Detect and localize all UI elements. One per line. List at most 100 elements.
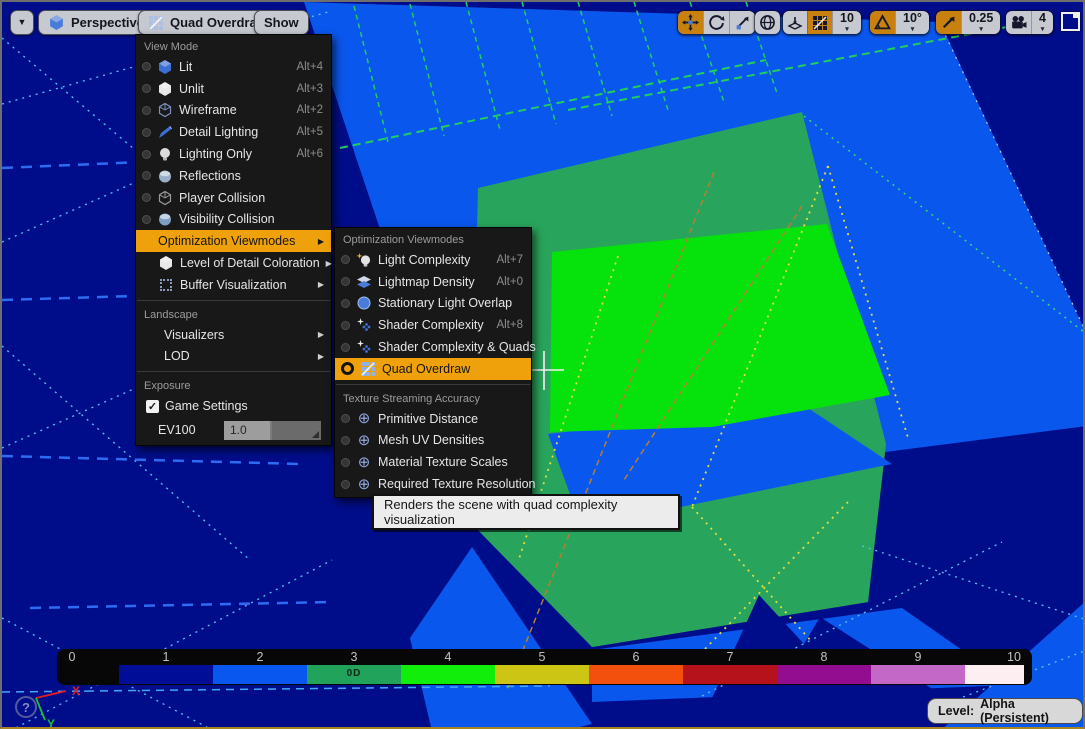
menu-item-unlit[interactable]: Unlit Alt+3 [136, 78, 331, 100]
menu-item-visibility-collision[interactable]: Visibility Collision [136, 209, 331, 231]
menu-item-lighting-only[interactable]: Lighting Only Alt+6 [136, 143, 331, 165]
scale-snap-group: 0.25 ▾ [935, 10, 1001, 35]
overdraw-legend-bar: 0 1 2 3 4 5 6 7 8 9 10 0D [57, 649, 1032, 685]
legend-tick: 5 [539, 650, 546, 664]
scale-tool-button[interactable] [729, 11, 755, 34]
ev100-drag-handle[interactable] [272, 421, 321, 440]
menu-item-required-texture-resolution[interactable]: ⊕ Required Texture Resolution [335, 473, 531, 495]
reflections-icon [157, 168, 173, 184]
player-collision-icon [157, 190, 173, 206]
menu-item-shader-complexity[interactable]: Shader Complexity Alt+8 [335, 314, 531, 336]
world-coordinate-button[interactable] [755, 11, 780, 34]
radio-icon [142, 106, 151, 115]
radio-icon [341, 255, 350, 264]
texture-streaming-section-header: Texture Streaming Accuracy [335, 389, 531, 408]
menu-item-stationary-light-overlap[interactable]: Stationary Light Overlap [335, 293, 531, 315]
camera-speed-value-dropdown[interactable]: 4 ▾ [1031, 11, 1053, 34]
legend-tick: 6 [633, 650, 640, 664]
menu-item-mesh-uv-densities[interactable]: ⊕ Mesh UV Densities [335, 430, 531, 452]
menu-item-material-texture-scales[interactable]: ⊕ Material Texture Scales [335, 451, 531, 473]
radio-icon [341, 343, 350, 352]
lightmap-density-icon [356, 274, 372, 290]
crosshair-circle-icon: ⊕ [356, 411, 372, 427]
radio-icon [341, 436, 350, 445]
menu-item-game-settings[interactable]: ✓ Game Settings [136, 395, 331, 417]
menu-item-shader-complexity-quads[interactable]: Shader Complexity & Quads [335, 336, 531, 358]
maximize-viewport-icon[interactable] [1061, 12, 1080, 31]
radio-icon [142, 171, 151, 180]
viewport-window: ▼ Perspective Quad Overdraw Show 10 ▾ [0, 0, 1085, 729]
submenu-arrow-icon: ▶ [318, 352, 325, 361]
scale-snap-value-dropdown[interactable]: 0.25 ▾ [961, 11, 1000, 34]
rotation-snap-value: 10° [903, 12, 922, 25]
scale-snap-value: 0.25 [969, 12, 993, 25]
ev100-value: 1.0 [224, 421, 272, 440]
level-value: Alpha (Persistent) [980, 697, 1072, 725]
transform-tools-group [677, 10, 756, 35]
camera-speed-button[interactable] [1006, 11, 1031, 34]
quad-overdraw-icon [148, 15, 164, 31]
grid-snap-toggle[interactable] [807, 11, 832, 34]
menu-item-lod[interactable]: LOD ▶ [136, 346, 331, 368]
axis-gizmo: X Y [26, 682, 116, 729]
perspective-button[interactable]: Perspective [38, 10, 154, 35]
scale-snap-icon [940, 14, 957, 31]
lit-cube-icon [157, 59, 173, 75]
chevron-down-icon: ▾ [1041, 26, 1045, 33]
menu-item-lit[interactable]: Lit Alt+4 [136, 56, 331, 78]
submenu-arrow-icon: ▶ [326, 259, 333, 268]
submenu-arrow-icon: ▶ [318, 330, 325, 339]
optimization-submenu-title: Optimization Viewmodes [335, 230, 531, 249]
surface-snap-button[interactable] [783, 11, 807, 34]
legend-color-segment [965, 665, 1024, 684]
submenu-arrow-icon: ▶ [318, 280, 325, 289]
menu-item-reflections[interactable]: Reflections [136, 165, 331, 187]
ev100-label: EV100 [158, 423, 196, 437]
menu-item-wireframe[interactable]: Wireframe Alt+2 [136, 100, 331, 122]
ev100-spinbox[interactable]: 1.0 [224, 421, 321, 440]
legend-tick: 9 [915, 650, 922, 664]
radio-icon [142, 193, 151, 202]
lighting-only-icon [157, 146, 173, 162]
rotation-snap-toggle[interactable] [870, 11, 895, 34]
radio-icon [341, 480, 350, 489]
menu-item-visualizers[interactable]: Visualizers ▶ [136, 324, 331, 346]
coordinate-system-group [754, 10, 781, 35]
grid-snap-value-dropdown[interactable]: 10 ▾ [832, 11, 861, 34]
menu-item-quad-overdraw[interactable]: Quad Overdraw [335, 358, 531, 380]
submenu-arrow-icon: ▶ [318, 237, 325, 246]
menu-item-primitive-distance[interactable]: ⊕ Primitive Distance [335, 408, 531, 430]
menu-item-optimization-viewmodes[interactable]: Optimization Viewmodes ▶ [136, 230, 331, 252]
legend-tick: 4 [445, 650, 452, 664]
legend-color-segment [495, 665, 589, 684]
chevron-down-icon: ▾ [979, 26, 983, 33]
globe-icon [759, 14, 776, 31]
radio-icon [341, 299, 350, 308]
rotation-snap-value-dropdown[interactable]: 10° ▾ [895, 11, 929, 34]
menu-item-light-complexity[interactable]: Light Complexity Alt+7 [335, 249, 531, 271]
menu-item-player-collision[interactable]: Player Collision [136, 187, 331, 209]
chevron-down-icon: ▾ [911, 26, 915, 33]
menu-item-buffer-visualization[interactable]: Buffer Visualization ▶ [136, 274, 331, 296]
rotate-tool-button[interactable] [703, 11, 729, 34]
menu-separator [336, 384, 530, 385]
move-tool-button[interactable] [678, 11, 703, 34]
tooltip: Renders the scene with quad complexity v… [372, 494, 680, 530]
show-button[interactable]: Show [254, 10, 309, 35]
menu-item-lod-coloration[interactable]: Level of Detail Coloration ▶ [136, 252, 331, 274]
viewport-options-dropdown[interactable]: ▼ [10, 10, 34, 35]
ev100-row: EV100 1.0 [136, 417, 331, 443]
rotation-snap-icon [874, 14, 891, 31]
menu-item-lightmap-density[interactable]: Lightmap Density Alt+0 [335, 271, 531, 293]
menu-item-detail-lighting[interactable]: Detail Lighting Alt+5 [136, 121, 331, 143]
menu-separator [137, 300, 330, 301]
quad-overdraw-icon [360, 361, 376, 377]
radio-icon [142, 215, 151, 224]
grid-snap-group: 10 ▾ [782, 10, 862, 35]
grid-snap-icon [812, 15, 828, 31]
scale-snap-toggle[interactable] [936, 11, 961, 34]
wireframe-cube-icon [157, 102, 173, 118]
legend-tick: 10 [1007, 650, 1021, 664]
game-settings-checkbox[interactable]: ✓ [146, 400, 159, 413]
axis-y-label: Y [47, 717, 55, 729]
